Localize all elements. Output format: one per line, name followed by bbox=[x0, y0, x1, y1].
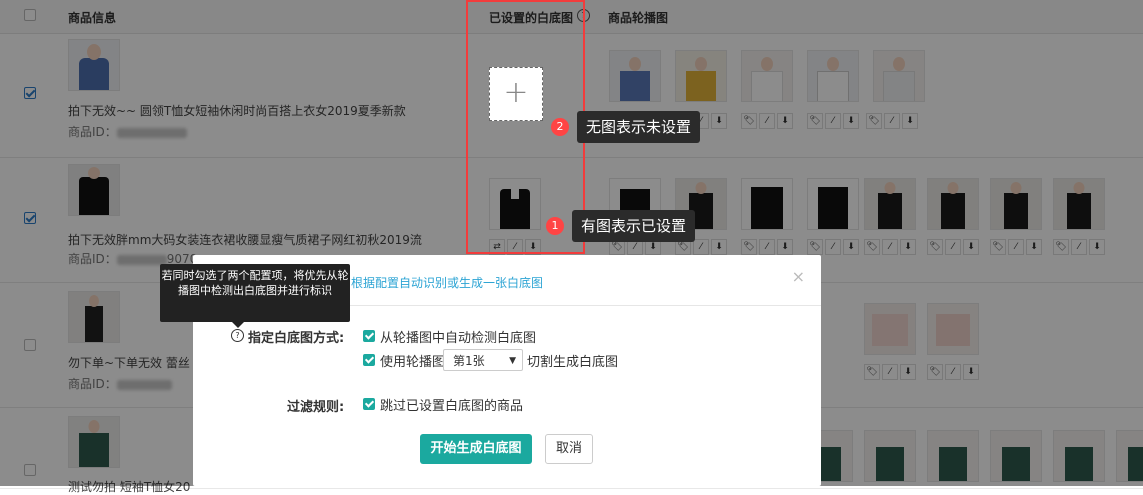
auto-detect-label: 从轮播图中自动检测白底图 bbox=[380, 331, 537, 346]
carousel-index-select[interactable]: 第1张 ▼ bbox=[443, 349, 523, 371]
cancel-button[interactable]: 取消 bbox=[545, 434, 593, 464]
crop-carousel-checkbox[interactable] bbox=[363, 354, 375, 366]
close-icon[interactable]: × bbox=[792, 267, 805, 286]
method-label: 指定白底图方式: bbox=[248, 331, 345, 346]
skip-existing-label: 跳过已设置白底图的商品 bbox=[380, 399, 524, 414]
crop-suffix-label: 切割生成白底图 bbox=[527, 355, 619, 370]
help-icon[interactable]: ? bbox=[231, 329, 244, 342]
crop-prefix-label: 使用轮播图 bbox=[380, 355, 446, 370]
chevron-down-icon: ▼ bbox=[509, 356, 516, 366]
filter-label: 过滤规则: bbox=[287, 400, 345, 415]
skip-existing-checkbox[interactable] bbox=[363, 398, 375, 410]
start-generate-button[interactable]: 开始生成白底图 bbox=[420, 434, 532, 464]
auto-detect-checkbox[interactable] bbox=[363, 330, 375, 342]
dialog-title: 根据配置自动识别或生成一张白底图 bbox=[351, 276, 544, 290]
priority-tooltip: 若同时勾选了两个配置项，将优先从轮播图中检测出白底图并进行标识 bbox=[160, 264, 350, 328]
